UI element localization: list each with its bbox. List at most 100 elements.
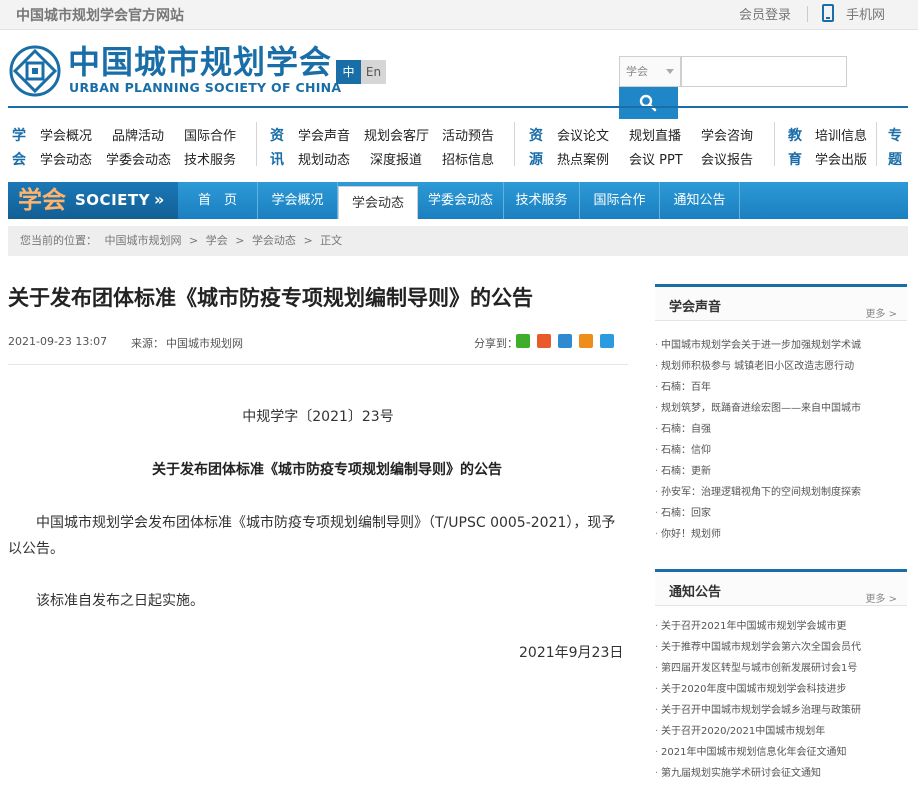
search-scope-select[interactable]: 学会 xyxy=(619,56,681,87)
category-link[interactable]: 会议 PPT xyxy=(629,149,683,168)
category-link[interactable]: 培训信息 xyxy=(815,125,867,144)
weibo-icon[interactable] xyxy=(537,334,551,348)
qzone-icon[interactable] xyxy=(558,334,572,348)
list-item[interactable]: 关于召开2021年中国城市规划学会城市更 xyxy=(655,616,907,637)
sidebar-voice-more-link[interactable]: 更多 > xyxy=(865,305,897,320)
category-link[interactable]: 学会声音 xyxy=(298,125,350,144)
breadcrumb-separator: > xyxy=(189,234,199,247)
article-date: 2021-09-23 13:07 xyxy=(8,335,108,348)
list-item[interactable]: 关于召开中国城市规划学会城乡治理与政策研 xyxy=(655,700,907,721)
list-item[interactable]: 关于召开2020/2021中国城市规划年 xyxy=(655,721,907,742)
section-brand: 学会 SOCIETY » xyxy=(8,182,178,219)
wechat-icon[interactable] xyxy=(516,334,530,348)
nav-home[interactable]: 首 页 xyxy=(178,182,258,219)
signature-date: 2021年9月23日 xyxy=(519,645,624,661)
category-link[interactable]: 规划会客厅 xyxy=(364,125,429,144)
language-chinese-button[interactable]: 中 xyxy=(336,60,361,84)
category-link[interactable]: 招标信息 xyxy=(442,149,494,168)
list-item[interactable]: 你好！规划师 xyxy=(655,524,907,545)
site-name: 中国城市规划学会官方网站 xyxy=(16,8,184,24)
breadcrumb-link[interactable]: 学会动态 xyxy=(252,234,296,247)
list-item[interactable]: 2021年中国城市规划信息化年会征文通知 xyxy=(655,742,907,763)
category-letter: 学 xyxy=(12,128,26,144)
list-item[interactable]: 规划师积极参与 城镇老旧小区改造志愿行动 xyxy=(655,356,907,377)
list-item[interactable]: 石楠：自强 xyxy=(655,419,907,440)
category-link[interactable]: 学委会动态 xyxy=(106,149,171,168)
category-link[interactable]: 会议论文 xyxy=(557,125,609,144)
list-item[interactable]: 中国城市规划学会关于进一步加强规划学术诚 xyxy=(655,335,907,356)
category-letter: 会 xyxy=(12,152,26,168)
category-link[interactable]: 学会咨询 xyxy=(701,125,753,144)
language-english-button[interactable]: En xyxy=(361,60,386,84)
qq-icon[interactable] xyxy=(579,334,593,348)
logo-title-en[interactable]: URBAN PLANNING SOCIETY OF CHINA xyxy=(69,80,341,95)
category-letter: 资 xyxy=(270,128,284,144)
category-letter: 讯 xyxy=(270,152,284,168)
nav-international[interactable]: 国际合作 xyxy=(580,182,660,219)
header-divider xyxy=(8,106,908,108)
tencent-weibo-icon[interactable] xyxy=(600,334,614,348)
list-item[interactable]: 关于推荐中国城市规划学会第六次全国会员代 xyxy=(655,637,907,658)
category-letter[interactable]: 专 xyxy=(888,125,902,145)
share-label: 分享到： xyxy=(474,337,518,350)
sidebar-notices-header: 通知公告 更多 > xyxy=(655,569,907,606)
member-login-link[interactable]: 会员登录 xyxy=(739,4,791,23)
search-button[interactable] xyxy=(619,87,678,119)
nav-committee-news[interactable]: 学委会动态 xyxy=(418,182,504,219)
breadcrumb: 您当前的位置： 中国城市规划网 > 学会 > 学会动态 > 正文 xyxy=(8,226,908,256)
category-link[interactable]: 深度报道 xyxy=(370,149,422,168)
breadcrumb-separator: > xyxy=(235,234,245,247)
category-divider xyxy=(876,122,877,166)
category-link[interactable]: 学会概况 xyxy=(40,125,92,144)
category-link[interactable]: 学会出版 xyxy=(815,149,867,168)
nav-society-news[interactable]: 学会动态 xyxy=(338,186,418,219)
category-letter[interactable]: 题 xyxy=(888,149,902,169)
category-link[interactable]: 技术服务 xyxy=(184,149,236,168)
list-item[interactable]: 规划筑梦，既踊奋进绘宏图——来自中国城市 xyxy=(655,398,907,419)
list-item[interactable]: 石楠：更新 xyxy=(655,461,907,482)
logo-title-cn[interactable]: 中国城市规划学会 xyxy=(68,44,332,80)
search-input[interactable] xyxy=(681,56,847,87)
list-item[interactable]: 第九届规划实施学术研讨会征文通知 xyxy=(655,763,907,784)
mobile-phone-icon[interactable] xyxy=(822,4,834,22)
breadcrumb-link[interactable]: 学会 xyxy=(206,234,228,247)
sidebar-voice-header: 学会声音 更多 > xyxy=(655,284,907,321)
sidebar-notices-more-link[interactable]: 更多 > xyxy=(865,590,897,605)
article-divider xyxy=(8,364,628,365)
list-item[interactable]: 关于2020年度中国城市规划学会科技进步 xyxy=(655,679,907,700)
category-link[interactable]: 会议报告 xyxy=(701,149,753,168)
mobile-site-link[interactable]: 手机网 xyxy=(846,4,885,23)
section-brand-cn: 学会 xyxy=(18,186,66,214)
topbar-divider xyxy=(807,6,808,22)
list-item[interactable]: 第四届开发区转型与城市创新发展研讨会1号 xyxy=(655,658,907,679)
category-letter: 教 xyxy=(788,128,802,144)
search-scope-value: 学会 xyxy=(626,65,648,78)
sidebar-voice-title: 学会声音 xyxy=(669,300,722,315)
list-item[interactable]: 石楠：信仰 xyxy=(655,440,907,461)
category-link[interactable]: 规划动态 xyxy=(298,149,350,168)
category-divider xyxy=(514,122,515,166)
sidebar-notices-title: 通知公告 xyxy=(669,585,722,600)
nav-notices[interactable]: 通知公告 xyxy=(660,182,740,219)
section-brand-en: SOCIETY xyxy=(75,191,150,209)
list-item[interactable]: 石楠：回家 xyxy=(655,503,907,524)
category-divider xyxy=(774,122,775,166)
category-link[interactable]: 活动预告 xyxy=(442,125,494,144)
category-link[interactable]: 学会动态 xyxy=(40,149,92,168)
category-link[interactable]: 热点案例 xyxy=(557,149,609,168)
breadcrumb-prefix: 您当前的位置： xyxy=(20,234,97,247)
breadcrumb-link[interactable]: 中国城市规划网 xyxy=(105,234,182,247)
category-link[interactable]: 品牌活动 xyxy=(112,125,164,144)
list-item[interactable]: 孙安军：治理逻辑视角下的空间规划制度探索 xyxy=(655,482,907,503)
category-link[interactable]: 规划直播 xyxy=(629,125,681,144)
logo-emblem-icon[interactable] xyxy=(8,44,62,98)
article-paragraph: 该标准自发布之日起实施。 xyxy=(36,593,204,609)
nav-about[interactable]: 学会概况 xyxy=(258,182,338,219)
nav-tech-services[interactable]: 技术服务 xyxy=(504,182,580,219)
category-link[interactable]: 国际合作 xyxy=(184,125,236,144)
breadcrumb-separator: > xyxy=(303,234,313,247)
article-title: 关于发布团体标准《城市防疫专项规划编制导则》的公告 xyxy=(8,286,533,310)
article-source-label: 来源： xyxy=(131,337,164,350)
list-item[interactable]: 石楠：百年 xyxy=(655,377,907,398)
article-source: 中国城市规划网 xyxy=(166,337,243,350)
